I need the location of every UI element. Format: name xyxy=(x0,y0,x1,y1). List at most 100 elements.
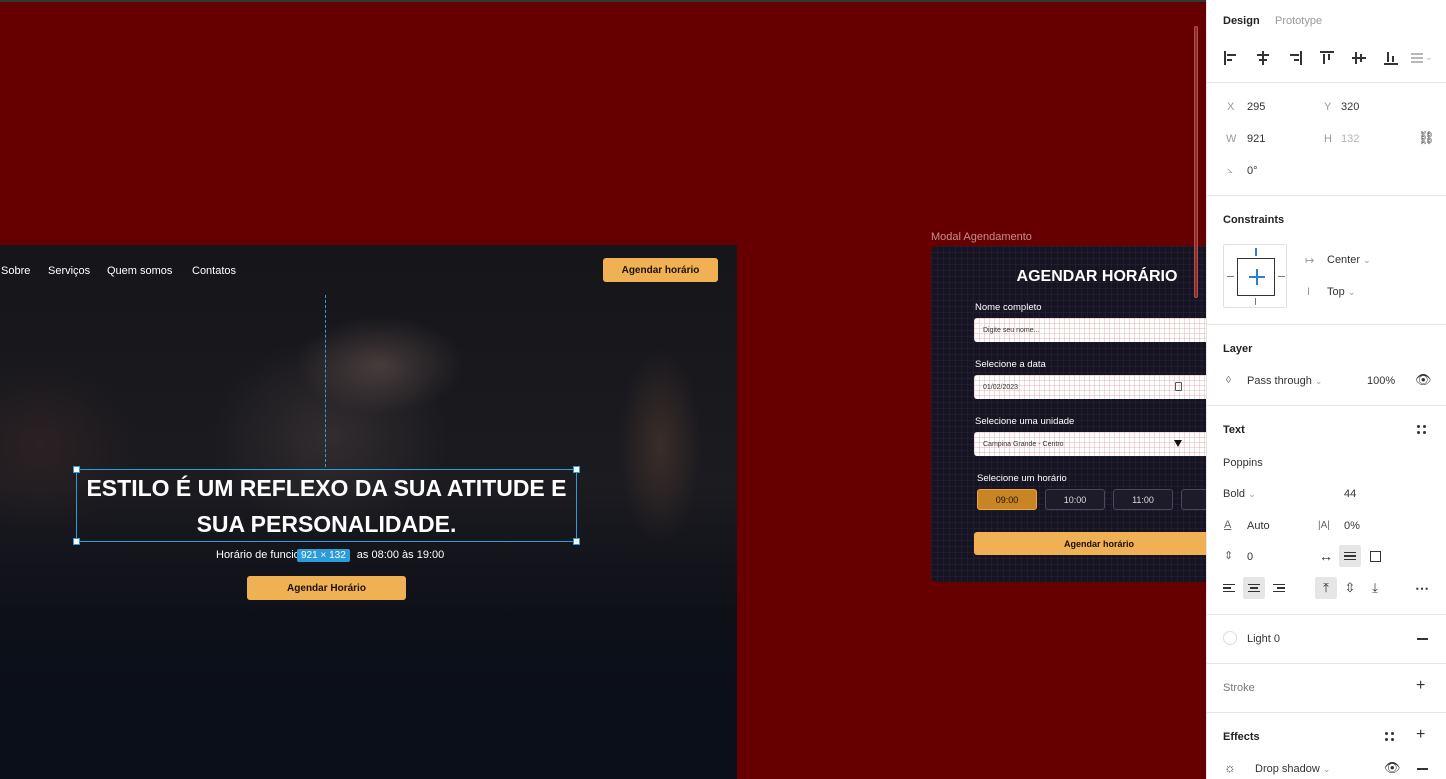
h-field[interactable]: 132 xyxy=(1341,133,1359,145)
font-family-select[interactable]: Poppins xyxy=(1223,457,1263,469)
hours-text-suffix: as 08:00 às 19:00 xyxy=(356,549,445,561)
paragraph-spacing-icon: ⇕ xyxy=(1224,550,1234,562)
align-vertical-center-icon[interactable] xyxy=(1352,51,1366,65)
horizontal-constraint-select[interactable]: Center ⌄ xyxy=(1327,254,1371,266)
time-slot-0900[interactable]: 09:00 xyxy=(977,489,1037,510)
calendar-icon[interactable] xyxy=(1175,382,1182,391)
date-input-value: 01/02/2023 xyxy=(983,383,1019,391)
text-align-right-icon[interactable] xyxy=(1268,577,1290,599)
y-field[interactable]: 320 xyxy=(1341,101,1359,113)
resize-handle-top-right[interactable] xyxy=(573,466,580,473)
center-guide-line xyxy=(325,295,326,467)
w-field[interactable]: 921 xyxy=(1247,133,1265,145)
modal-title: AGENDAR HORÁRIO xyxy=(1016,268,1178,285)
resize-handle-bottom-left[interactable] xyxy=(73,538,80,545)
align-left-icon[interactable] xyxy=(1224,51,1238,65)
font-weight-select[interactable]: Bold ⌄ xyxy=(1223,488,1256,500)
vertical-align-middle-icon[interactable]: ⇳ xyxy=(1339,577,1361,599)
nav-link-contatos[interactable]: Contatos xyxy=(192,265,236,277)
resize-handle-bottom-right[interactable] xyxy=(573,538,580,545)
effects-title: Effects xyxy=(1223,731,1260,743)
divider xyxy=(1207,405,1446,406)
style-swatch-icon[interactable] xyxy=(1223,631,1237,645)
vertical-constraint-select[interactable]: Top ⌄ xyxy=(1327,286,1355,298)
text-align-center-icon[interactable] xyxy=(1243,577,1265,599)
horizontal-constraint-value: Center xyxy=(1327,254,1361,266)
text-style-name[interactable]: Light 0 xyxy=(1247,633,1280,645)
effect-visibility-eye-icon[interactable]: 👁 xyxy=(1384,761,1401,774)
hero-title-line2: SUA PERSONALIDADE. xyxy=(196,510,457,537)
blend-mode-icon: ◊ xyxy=(1226,375,1231,386)
canvas-scrollbar[interactable] xyxy=(1194,26,1198,298)
divider xyxy=(1207,712,1446,713)
h-label: H xyxy=(1324,133,1332,145)
w-label: W xyxy=(1226,133,1237,145)
divider xyxy=(1207,614,1446,615)
line-height-field[interactable]: Auto xyxy=(1247,520,1270,532)
eye-icon[interactable]: 👁 xyxy=(1415,373,1432,386)
tab-design[interactable]: Design xyxy=(1223,15,1260,27)
y-label: Y xyxy=(1324,101,1332,113)
add-effect-icon[interactable]: + xyxy=(1416,727,1425,743)
nav-link-sobre[interactable]: Sobre xyxy=(1,265,30,277)
sun-icon[interactable]: ☼ xyxy=(1224,761,1236,774)
paragraph-spacing-field[interactable]: 0 xyxy=(1247,551,1253,563)
hero-schedule-button[interactable]: Agendar Horário xyxy=(247,576,406,600)
tab-prototype[interactable]: Prototype xyxy=(1275,15,1322,27)
rotation-icon: ⦣ xyxy=(1227,165,1233,176)
name-input[interactable]: Digite seu nome... xyxy=(974,318,1221,342)
blend-mode-select[interactable]: Pass through ⌄ xyxy=(1247,375,1322,387)
font-size-field[interactable]: 44 xyxy=(1344,488,1356,500)
divider xyxy=(1207,82,1446,83)
remove-style-icon[interactable] xyxy=(1417,638,1428,640)
text-title: Text xyxy=(1223,424,1245,436)
vertical-align-bottom-icon[interactable]: ⤓ xyxy=(1364,577,1386,599)
name-label: Nome completo xyxy=(975,302,1042,313)
date-input[interactable]: 01/02/2023 xyxy=(974,375,1221,399)
nav-link-quem-somos[interactable]: Quem somos xyxy=(107,265,172,277)
hours-text-prefix: Horário de funcio xyxy=(216,549,300,561)
modal-submit-button[interactable]: Agendar horário xyxy=(974,532,1221,555)
x-field[interactable]: 295 xyxy=(1247,101,1265,113)
effect-styles-grid-icon[interactable] xyxy=(1385,732,1395,742)
more-options-icon[interactable]: ⋯ xyxy=(1411,577,1433,599)
unit-select[interactable]: Campina Grande - Centro xyxy=(974,432,1221,456)
effect-type-select[interactable]: Drop shadow ⌄ xyxy=(1255,763,1330,775)
constraints-widget[interactable] xyxy=(1223,244,1287,308)
align-horizontal-center-icon[interactable] xyxy=(1256,51,1270,65)
letter-spacing-field[interactable]: 0% xyxy=(1344,520,1360,532)
time-slot-1000[interactable]: 10:00 xyxy=(1045,489,1105,510)
distribute-icon[interactable]: ⌄ xyxy=(1411,51,1435,65)
website-frame[interactable]: Sobre Serviços Quem somos Contatos Agend… xyxy=(0,245,737,779)
align-right-icon[interactable] xyxy=(1288,51,1302,65)
auto-width-icon[interactable]: ↔ xyxy=(1315,545,1337,567)
align-top-icon[interactable] xyxy=(1320,51,1334,65)
frame-label[interactable]: Modal Agendamento xyxy=(931,231,1032,243)
rotation-field[interactable]: 0° xyxy=(1247,165,1258,177)
add-stroke-icon[interactable]: + xyxy=(1416,678,1425,694)
divider xyxy=(1207,195,1446,196)
blend-mode-value: Pass through xyxy=(1247,375,1312,387)
fixed-size-icon[interactable] xyxy=(1364,545,1386,567)
text-align-left-icon[interactable] xyxy=(1218,577,1240,599)
nav-link-servicos[interactable]: Serviços xyxy=(48,265,90,277)
selection-size-badge: 921 × 132 xyxy=(297,549,350,562)
resize-handle-top-left[interactable] xyxy=(73,466,80,473)
text-styles-grid-icon[interactable] xyxy=(1417,425,1427,435)
constrain-proportions-icon[interactable]: ⛓ xyxy=(1418,131,1435,144)
remove-effect-icon[interactable] xyxy=(1417,768,1428,770)
font-weight-value: Bold xyxy=(1223,488,1246,500)
align-bottom-icon[interactable] xyxy=(1384,51,1398,65)
hero-title[interactable]: ESTILO É UM REFLEXO DA SUA ATITUDE E SUA… xyxy=(76,469,577,542)
auto-height-icon[interactable] xyxy=(1339,545,1361,567)
nav-schedule-button[interactable]: Agendar horário xyxy=(603,258,718,282)
dropdown-caret-icon[interactable] xyxy=(1174,440,1182,447)
layer-opacity-field[interactable]: 100% xyxy=(1367,375,1395,387)
horizontal-constraint-icon: ↦ xyxy=(1305,255,1315,267)
modal-frame[interactable]: AGENDAR HORÁRIO Nome completo Digite seu… xyxy=(931,246,1221,582)
time-slot-1100[interactable]: 11:00 xyxy=(1113,489,1173,510)
divider xyxy=(1207,663,1446,664)
line-height-icon: A xyxy=(1224,519,1232,531)
letter-spacing-icon: |A| xyxy=(1318,520,1330,531)
vertical-align-top-icon[interactable]: ⤒ xyxy=(1315,577,1337,599)
